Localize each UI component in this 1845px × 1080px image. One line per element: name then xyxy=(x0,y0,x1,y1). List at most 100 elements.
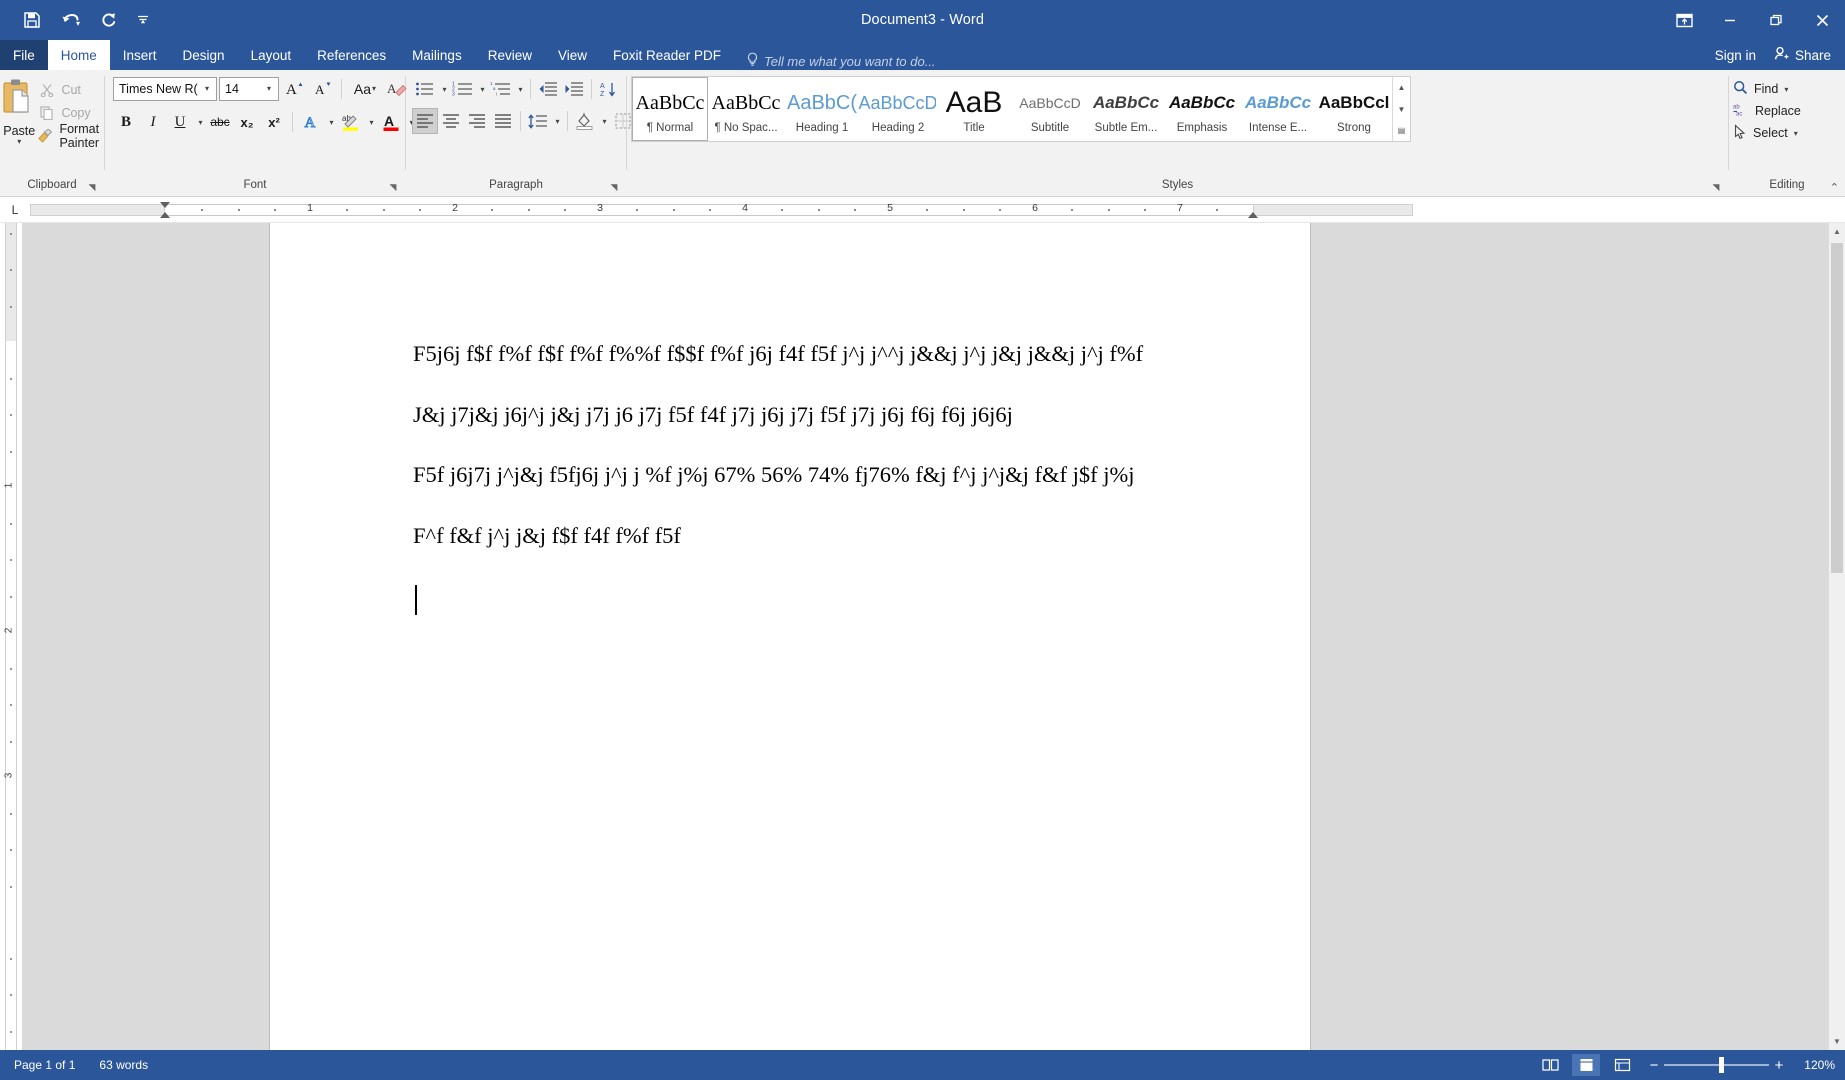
zoom-handle[interactable] xyxy=(1719,1057,1724,1073)
zoom-level[interactable]: 120% xyxy=(1797,1058,1835,1072)
tab-insert[interactable]: Insert xyxy=(110,40,170,70)
web-layout-button[interactable] xyxy=(1608,1054,1636,1076)
styles-gallery[interactable]: AaBbCc ¶ Normal AaBbCc ¶ No Spac... AaBb… xyxy=(631,76,1411,142)
read-mode-button[interactable] xyxy=(1536,1054,1564,1076)
bullets-button[interactable] xyxy=(412,76,438,102)
tab-design[interactable]: Design xyxy=(170,40,238,70)
font-name-chevron-down-icon[interactable]: ▾ xyxy=(202,84,214,93)
paragraph-1[interactable]: F5j6j f$f f%f f$f f%f f%%f f$$f f%f j6j … xyxy=(413,342,1270,366)
styles-dialog-launcher[interactable]: ◥ xyxy=(1710,181,1722,193)
paste-button[interactable]: Paste ▾ xyxy=(0,76,38,146)
decrease-indent-button[interactable] xyxy=(535,76,561,102)
bullets-chevron-down-icon[interactable]: ▾ xyxy=(438,76,450,102)
vruler-text-area[interactable] xyxy=(5,341,17,1050)
right-indent-marker[interactable] xyxy=(1247,212,1258,218)
cut-button[interactable]: Cut xyxy=(38,80,104,99)
style-subtle-emphasis[interactable]: AaBbCc Subtle Em... xyxy=(1088,77,1164,141)
style-title[interactable]: AaB Title xyxy=(936,77,1012,141)
italic-button[interactable]: I xyxy=(140,109,166,135)
tab-references[interactable]: References xyxy=(304,40,399,70)
minimize-button[interactable] xyxy=(1707,0,1753,40)
tab-stop-selector[interactable]: L xyxy=(0,197,30,223)
copy-button[interactable]: Copy xyxy=(38,103,104,122)
tab-review[interactable]: Review xyxy=(475,40,545,70)
tab-file[interactable]: File xyxy=(0,40,48,70)
customize-qat-icon[interactable] xyxy=(128,5,158,35)
style-strong[interactable]: AaBbCcl Strong xyxy=(1316,77,1392,141)
restore-button[interactable] xyxy=(1753,0,1799,40)
tab-layout[interactable]: Layout xyxy=(238,40,305,70)
scroll-up-icon[interactable]: ▲ xyxy=(1829,223,1845,240)
first-line-indent-marker[interactable] xyxy=(160,202,170,208)
style-no-spacing[interactable]: AaBbCc ¶ No Spac... xyxy=(708,77,784,141)
align-right-button[interactable] xyxy=(464,108,490,134)
tab-home[interactable]: Home xyxy=(47,40,110,70)
zoom-in-button[interactable]: + xyxy=(1769,1057,1789,1074)
ruler-margin-left[interactable] xyxy=(30,204,165,216)
document-text-area[interactable]: F5j6j f$f f%f f$f f%f f%%f f$$f f%f j6j … xyxy=(270,223,1310,615)
change-case-button[interactable]: Aa ▾ xyxy=(348,76,382,102)
tab-foxit-reader-pdf[interactable]: Foxit Reader PDF xyxy=(600,40,734,70)
replace-button[interactable]: ab ac Replace xyxy=(1729,100,1801,122)
text-effects-chevron-down-icon[interactable]: ▾ xyxy=(325,109,337,135)
paragraph-2[interactable]: J&j j7j&j j6j^j j&j j7j j6 j7j f5f f4f j… xyxy=(413,403,1270,427)
zoom-out-button[interactable]: − xyxy=(1644,1057,1664,1074)
superscript-button[interactable]: x² xyxy=(261,109,287,135)
shading-chevron-down-icon[interactable]: ▾ xyxy=(598,108,610,134)
styles-scroll-buttons[interactable]: ▲ ▼ ▤ xyxy=(1392,77,1410,141)
font-dialog-launcher[interactable]: ◥ xyxy=(387,181,399,193)
grow-font-button[interactable]: A xyxy=(281,76,307,102)
collapse-ribbon-icon[interactable]: ⌃ xyxy=(1830,181,1839,194)
select-button[interactable]: Select ▾ xyxy=(1729,122,1808,144)
vertical-ruler[interactable]: 1 2 3 xyxy=(0,223,22,1050)
line-spacing-chevron-down-icon[interactable]: ▾ xyxy=(551,108,563,134)
save-icon[interactable] xyxy=(14,5,50,35)
paragraph-3[interactable]: F5f j6j7j j^j&j f5fj6j j^j j %f j%j 67% … xyxy=(413,463,1270,487)
subscript-button[interactable]: x₂ xyxy=(234,109,260,135)
scroll-down-icon[interactable]: ▼ xyxy=(1829,1033,1845,1050)
underline-button[interactable]: U xyxy=(167,109,193,135)
ribbon-display-options-icon[interactable] xyxy=(1661,0,1707,40)
tab-mailings[interactable]: Mailings xyxy=(399,40,475,70)
style-subtitle[interactable]: AaBbCcD Subtitle xyxy=(1012,77,1088,141)
zoom-slider[interactable]: − + xyxy=(1644,1057,1789,1074)
style-heading-1[interactable]: AaBbC( Heading 1 xyxy=(784,77,860,141)
hanging-indent-marker[interactable] xyxy=(160,212,170,218)
font-color-button[interactable]: A xyxy=(378,109,404,135)
bold-button[interactable]: B xyxy=(113,109,139,135)
document-page[interactable]: F5j6j f$f f%f f$f f%f f%%f f$$f f%f j6j … xyxy=(270,223,1310,1050)
align-left-button[interactable] xyxy=(412,108,438,134)
find-button[interactable]: Find ▾ xyxy=(1729,78,1798,100)
numbering-button[interactable]: 123 xyxy=(450,76,476,102)
strikethrough-button[interactable]: abc xyxy=(207,109,233,135)
share-button[interactable]: Share xyxy=(1765,40,1845,70)
numbering-chevron-down-icon[interactable]: ▾ xyxy=(476,76,488,102)
style-normal[interactable]: AaBbCc ¶ Normal xyxy=(632,77,709,141)
styles-scroll-up-icon[interactable]: ▲ xyxy=(1393,77,1410,98)
paragraph-4[interactable]: F^f f&f j^j j&j f$f f4f f%f f5f xyxy=(413,524,1270,548)
tell-me-box[interactable]: Tell me what you want to do... xyxy=(746,52,936,70)
style-emphasis[interactable]: AaBbCc Emphasis xyxy=(1164,77,1240,141)
underline-chevron-down-icon[interactable]: ▾ xyxy=(194,109,206,135)
zoom-track[interactable] xyxy=(1664,1057,1769,1073)
print-layout-button[interactable] xyxy=(1572,1054,1600,1076)
paragraph-dialog-launcher[interactable]: ◥ xyxy=(608,181,620,193)
vruler-margin-top[interactable] xyxy=(5,223,17,341)
multilevel-list-button[interactable]: 1ai xyxy=(488,76,514,102)
undo-icon[interactable]: ▾ xyxy=(52,5,88,35)
format-painter-button[interactable]: Format Painter xyxy=(38,122,104,150)
styles-more-icon[interactable]: ▤ xyxy=(1393,120,1410,141)
tab-view[interactable]: View xyxy=(545,40,600,70)
style-intense-emphasis[interactable]: AaBbCc Intense E... xyxy=(1240,77,1316,141)
sign-in-button[interactable]: Sign in xyxy=(1705,48,1766,63)
select-chevron-down-icon[interactable]: ▾ xyxy=(1794,129,1808,138)
sort-button[interactable]: AZ xyxy=(596,76,622,102)
change-case-chevron-down-icon[interactable]: ▾ xyxy=(372,84,376,93)
page-number-status[interactable]: Page 1 of 1 xyxy=(14,1058,75,1072)
redo-icon[interactable] xyxy=(90,5,126,35)
horizontal-ruler[interactable]: 1 2 3 4 5 6 7 xyxy=(30,201,1823,218)
align-center-button[interactable] xyxy=(438,108,464,134)
document-canvas[interactable]: F5j6j f$f f%f f$f f%f f%%f f$$f f%f j6j … xyxy=(22,223,1845,1050)
text-effects-button[interactable]: A xyxy=(298,109,324,135)
vertical-scrollbar[interactable]: ▲ ▼ xyxy=(1828,223,1845,1050)
